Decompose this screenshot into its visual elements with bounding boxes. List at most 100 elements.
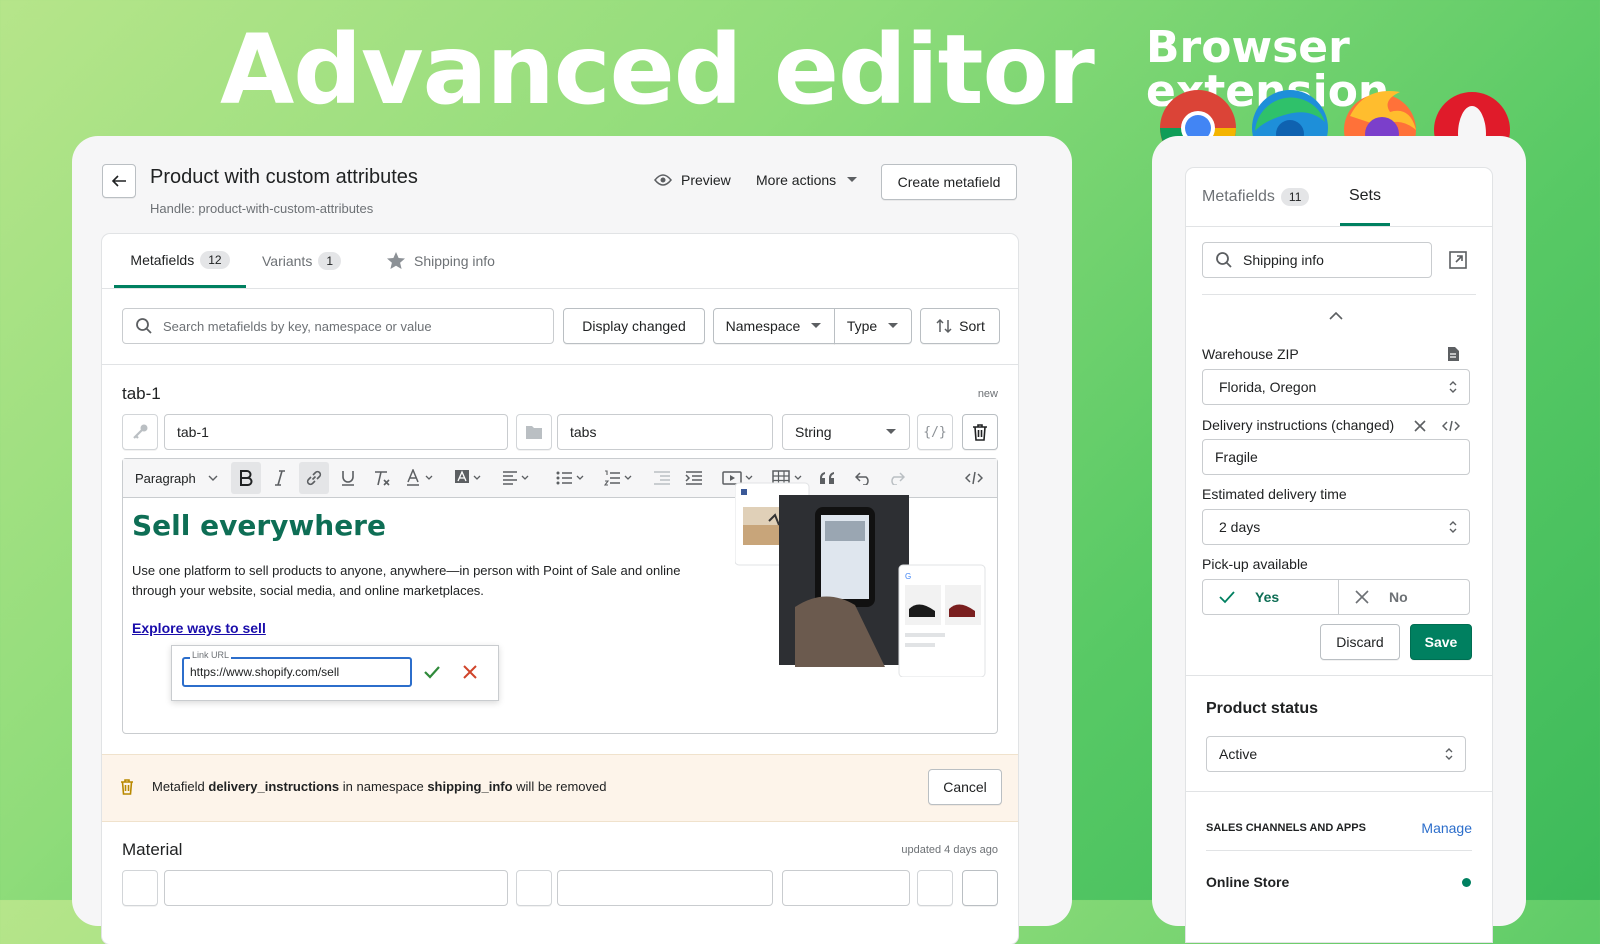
tab-shipping-info[interactable]: Shipping info [386, 234, 495, 288]
delivery-time-select[interactable]: 2 days [1202, 509, 1470, 545]
collapse-button[interactable] [1329, 312, 1343, 320]
pickup-toggle: Yes No [1202, 579, 1470, 615]
sales-channels-card: SALES CHANNELS AND APPS Manage Online St… [1186, 792, 1492, 942]
clear-field-button[interactable] [1414, 420, 1426, 432]
document-icon [1446, 346, 1460, 362]
key-lock-button[interactable] [122, 870, 158, 906]
trash-icon [120, 779, 134, 795]
underline-button[interactable] [333, 462, 363, 494]
pickup-no-option[interactable]: No [1339, 580, 1469, 614]
preview-button[interactable]: Preview [654, 172, 731, 188]
tab-label: Shipping info [414, 253, 495, 269]
type-select[interactable] [782, 870, 910, 906]
search-icon [136, 318, 152, 334]
numbered-list-icon [604, 470, 632, 486]
confirm-link-button[interactable] [422, 662, 442, 682]
field-value: Florida, Oregon [1219, 379, 1317, 395]
close-icon [463, 665, 477, 679]
bullet-list-button[interactable] [551, 462, 591, 494]
count-badge: 11 [1280, 188, 1310, 206]
indent-icon [685, 471, 702, 485]
divider [1202, 294, 1476, 295]
text-color-icon [407, 469, 433, 486]
text-color-button[interactable] [401, 462, 441, 494]
namespace-folder-button[interactable] [516, 870, 552, 906]
key-input[interactable] [164, 870, 508, 906]
tab-sets[interactable]: Sets [1340, 168, 1390, 226]
indent-button[interactable] [679, 462, 709, 494]
code-view-button[interactable] [1442, 420, 1460, 432]
namespace-folder-button[interactable] [516, 414, 552, 450]
type-filter[interactable]: Type [834, 308, 912, 344]
warehouse-zip-select[interactable]: Florida, Oregon [1202, 369, 1470, 405]
warning-mid: in namespace [339, 779, 428, 794]
online-store-channel: Online Store [1206, 874, 1290, 890]
extension-panel: Metafields 11 Sets Shipping info Warehous… [1152, 136, 1526, 942]
display-changed-button[interactable]: Display changed [563, 308, 705, 344]
search-placeholder: Search metafields by key, namespace or v… [163, 318, 432, 334]
outdent-button[interactable] [647, 462, 677, 494]
open-external-button[interactable] [1448, 250, 1468, 270]
delete-button[interactable] [962, 870, 998, 906]
align-button[interactable] [497, 462, 537, 494]
highlight-button[interactable] [449, 462, 489, 494]
bold-icon [240, 470, 253, 486]
delivery-instructions-input[interactable]: Fragile [1202, 439, 1470, 475]
link-url-value: https://www.shopify.com/sell [190, 665, 340, 679]
sort-button[interactable]: Sort [920, 308, 1000, 344]
clear-format-button[interactable] [367, 462, 397, 494]
warning-text: Metafield delivery_instructions in names… [152, 779, 606, 794]
count-badge: 1 [318, 252, 342, 270]
key-lock-button[interactable] [122, 414, 158, 450]
tab-metafields[interactable]: Metafields 12 [114, 234, 246, 288]
metafields-card: Metafields 12 Variants 1 Shipping info Sea… [102, 234, 1018, 944]
numbered-list-button[interactable] [599, 462, 639, 494]
create-metafield-button[interactable]: Create metafield [881, 164, 1017, 200]
caret-down-icon [888, 323, 899, 328]
cancel-link-button[interactable] [462, 664, 478, 680]
more-actions-button[interactable]: More actions [756, 172, 858, 188]
delete-button[interactable] [962, 414, 998, 450]
manage-channels-link[interactable]: Manage [1421, 820, 1472, 836]
save-button[interactable]: Save [1410, 624, 1472, 660]
sales-channels-title: SALES CHANNELS AND APPS [1206, 822, 1366, 834]
italic-button[interactable] [265, 462, 295, 494]
field-label: Warehouse ZIP [1202, 346, 1299, 362]
field-label: Pick-up available [1202, 556, 1308, 572]
code-view-button[interactable]: {/} [917, 414, 953, 450]
link-popover: Link URL https://www.shopify.com/sell [171, 645, 499, 701]
code-view-button[interactable] [917, 870, 953, 906]
set-search-input[interactable]: Shipping info [1202, 242, 1432, 278]
tab-label: Metafields [1202, 188, 1275, 205]
namespace-filter[interactable]: Namespace [713, 308, 835, 344]
sort-label: Sort [959, 318, 985, 334]
search-input[interactable]: Search metafields by key, namespace or v… [122, 308, 554, 344]
namespace-input[interactable]: tabs [557, 414, 773, 450]
bold-button[interactable] [231, 462, 261, 494]
discard-button[interactable]: Discard [1320, 624, 1400, 660]
clear-format-icon [375, 471, 390, 486]
warning-key: delivery_instructions [208, 779, 340, 794]
caret-down-icon [811, 323, 822, 328]
paragraph-select[interactable]: Paragraph [133, 462, 225, 494]
pickup-yes-option[interactable]: Yes [1203, 580, 1339, 614]
chevron-down-icon [208, 475, 218, 481]
content-link[interactable]: Explore ways to sell [132, 620, 266, 636]
content-body: Use one platform to sell products to any… [132, 563, 681, 598]
back-button[interactable] [102, 164, 136, 198]
select-arrows-icon [1449, 381, 1457, 393]
type-select[interactable]: String [782, 414, 910, 450]
product-status-card: Product status Active [1186, 676, 1492, 806]
tab-variants[interactable]: Variants 1 [262, 234, 342, 288]
link-button[interactable] [299, 462, 329, 494]
key-input[interactable]: tab-1 [164, 414, 508, 450]
removal-warning-banner: Metafield delivery_instructions in names… [102, 754, 1018, 822]
namespace-input[interactable] [557, 870, 773, 906]
link-url-input[interactable]: Link URL https://www.shopify.com/sell [182, 650, 412, 687]
metafield-status: new [977, 388, 998, 400]
product-status-select[interactable]: Active [1206, 736, 1466, 772]
tab-metafields[interactable]: Metafields 11 [1202, 168, 1310, 226]
cancel-removal-button[interactable]: Cancel [928, 769, 1002, 805]
italic-icon [275, 470, 285, 486]
external-link-icon [1449, 251, 1467, 269]
